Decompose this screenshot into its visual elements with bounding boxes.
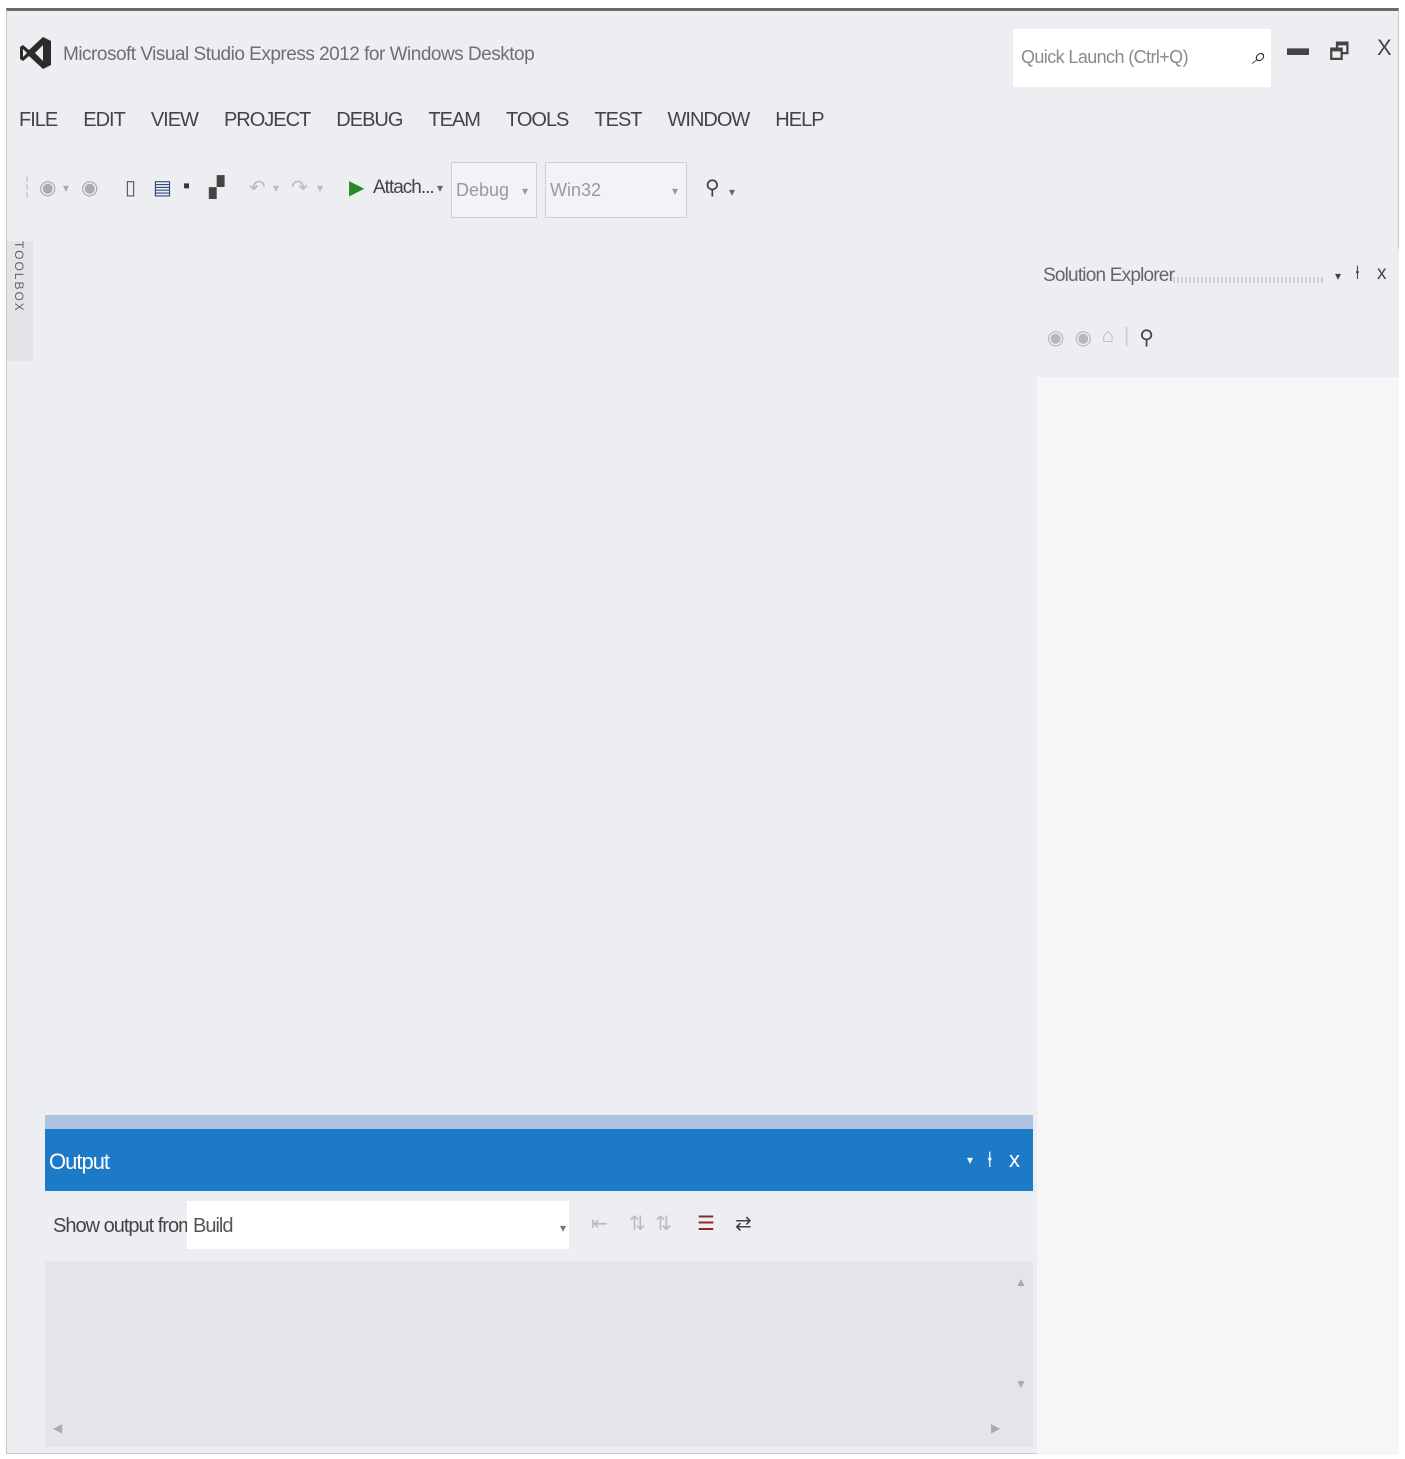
menu-team[interactable]: TEAM: [428, 107, 481, 134]
visual-studio-logo-icon: [20, 37, 51, 69]
window-position-icon[interactable]: ▾: [1335, 269, 1341, 283]
clear-all-icon[interactable]: ☰: [697, 1211, 715, 1236]
navigate-back-icon[interactable]: ◉: [39, 175, 56, 200]
solution-platform-value: Win32: [550, 180, 602, 200]
ide-window: Microsoft Visual Studio Express 2012 for…: [6, 8, 1399, 1455]
close-panel-button[interactable]: x: [1377, 263, 1387, 285]
find-message-icon[interactable]: ⇤: [591, 1211, 608, 1236]
play-icon[interactable]: ▶: [349, 175, 364, 200]
quick-launch-placeholder: Quick Launch (Ctrl+Q): [1021, 47, 1189, 67]
home-icon[interactable]: ⌂: [1102, 325, 1114, 350]
menu-file[interactable]: FILE: [19, 107, 58, 134]
output-toolbar: Show output from: Build ▾ ⇤ ⇅ ⇅ ☰ ⇄: [45, 1191, 1033, 1261]
menu-help[interactable]: HELP: [775, 107, 824, 134]
scroll-right-icon[interactable]: ▶: [991, 1421, 1000, 1435]
toolbox-tab-label: TOOLBOX: [12, 241, 26, 313]
pin-icon[interactable]: ⍿: [987, 1147, 993, 1173]
toolbar-grip-icon: ┆: [21, 177, 34, 199]
window-title: Microsoft Visual Studio Express 2012 for…: [63, 44, 535, 65]
toggle-word-wrap-icon[interactable]: ⇄: [735, 1211, 752, 1236]
panel-grip[interactable]: [1173, 277, 1323, 283]
search-icon[interactable]: ⌕: [1252, 43, 1265, 71]
chevron-down-icon: ▾: [521, 184, 528, 198]
menu-debug[interactable]: DEBUG: [336, 107, 403, 134]
close-button[interactable]: X: [1377, 35, 1392, 61]
scroll-down-icon[interactable]: ▼: [1015, 1377, 1027, 1391]
solution-explorer-toolbar: ◉ ◉ ⌂ | ⚲: [1047, 325, 1154, 350]
quick-launch-input[interactable]: Quick Launch (Ctrl+Q) ⌕: [1013, 29, 1271, 87]
window-position-icon[interactable]: ▾: [967, 1153, 973, 1167]
solution-explorer-tree[interactable]: [1037, 377, 1399, 1455]
back-icon[interactable]: ◉: [1047, 325, 1064, 350]
output-title: Output: [49, 1149, 110, 1174]
attach-dropdown-icon[interactable]: ▾: [437, 181, 443, 195]
next-message-icon[interactable]: ⇅: [655, 1211, 672, 1236]
chevron-down-icon: ▾: [671, 184, 678, 198]
new-project-icon[interactable]: ▯: [125, 175, 136, 200]
chevron-down-icon: ▾: [559, 1221, 566, 1235]
menu-window[interactable]: WINDOW: [668, 107, 751, 134]
panel-splitter[interactable]: [45, 1115, 1033, 1129]
menu-bar: FILE EDIT VIEW PROJECT DEBUG TEAM TOOLS …: [19, 107, 850, 134]
toolbox-tab[interactable]: TOOLBOX: [7, 241, 33, 361]
show-output-label: Show output from:: [53, 1215, 199, 1237]
output-title-bar: Output ▾ ⍿ x: [45, 1129, 1033, 1191]
output-panel: Output ▾ ⍿ x Show output from: Build ▾ ⇤…: [45, 1115, 1033, 1447]
forward-icon[interactable]: ◉: [1074, 325, 1091, 350]
undo-dropdown-icon[interactable]: ▾: [273, 181, 279, 195]
output-text-area[interactable]: ▲ ▼ ◀ ▶: [45, 1261, 1033, 1447]
menu-edit[interactable]: EDIT: [83, 107, 126, 134]
solution-config-select[interactable]: Debug ▾: [451, 162, 537, 218]
menu-test[interactable]: TEST: [594, 107, 642, 134]
save-icon[interactable]: ▪: [183, 175, 190, 198]
scroll-left-icon[interactable]: ◀: [53, 1421, 62, 1435]
output-source-value: Build: [193, 1215, 233, 1237]
solution-platform-select[interactable]: Win32 ▾: [545, 162, 687, 218]
chevron-down-icon[interactable]: ▾: [63, 181, 69, 195]
save-all-icon[interactable]: ▞: [209, 175, 224, 200]
menu-project[interactable]: PROJECT: [224, 107, 311, 134]
properties-wrench-icon[interactable]: ⚲: [1139, 325, 1154, 350]
menu-tools[interactable]: TOOLS: [506, 107, 569, 134]
navigate-forward-icon[interactable]: ◉: [81, 175, 98, 200]
restore-button[interactable]: 🗗: [1329, 35, 1350, 73]
pin-icon[interactable]: ⍿: [1355, 263, 1360, 285]
close-panel-button[interactable]: x: [1009, 1147, 1020, 1173]
standard-toolbar: ┆ ◉ ▾ ◉ ▯ ▤ ▪ ▞ ↶ ▾ ↷ ▾ ▶ Attach... ▾ De…: [19, 161, 759, 219]
solution-config-value: Debug: [456, 180, 510, 200]
redo-icon[interactable]: ↷: [291, 175, 308, 200]
undo-icon[interactable]: ↶: [249, 175, 266, 200]
solution-explorer-title: Solution Explorer: [1043, 265, 1175, 286]
output-source-select[interactable]: Build ▾: [187, 1201, 569, 1249]
minimize-button[interactable]: ▬: [1287, 35, 1309, 61]
attach-button[interactable]: Attach...: [373, 177, 435, 199]
previous-message-icon[interactable]: ⇅: [629, 1211, 646, 1236]
redo-dropdown-icon[interactable]: ▾: [317, 181, 323, 195]
find-in-files-icon[interactable]: ⚲: [705, 175, 720, 200]
scroll-up-icon[interactable]: ▲: [1015, 1275, 1027, 1289]
open-file-icon[interactable]: ▤: [153, 175, 172, 200]
menu-view[interactable]: VIEW: [151, 107, 199, 134]
separator: |: [1124, 325, 1130, 347]
solution-explorer-panel: Solution Explorer ▾ ⍿ x ◉ ◉ ⌂ | ⚲: [1037, 249, 1399, 1455]
toolbar-options-icon[interactable]: ▾: [729, 185, 735, 199]
